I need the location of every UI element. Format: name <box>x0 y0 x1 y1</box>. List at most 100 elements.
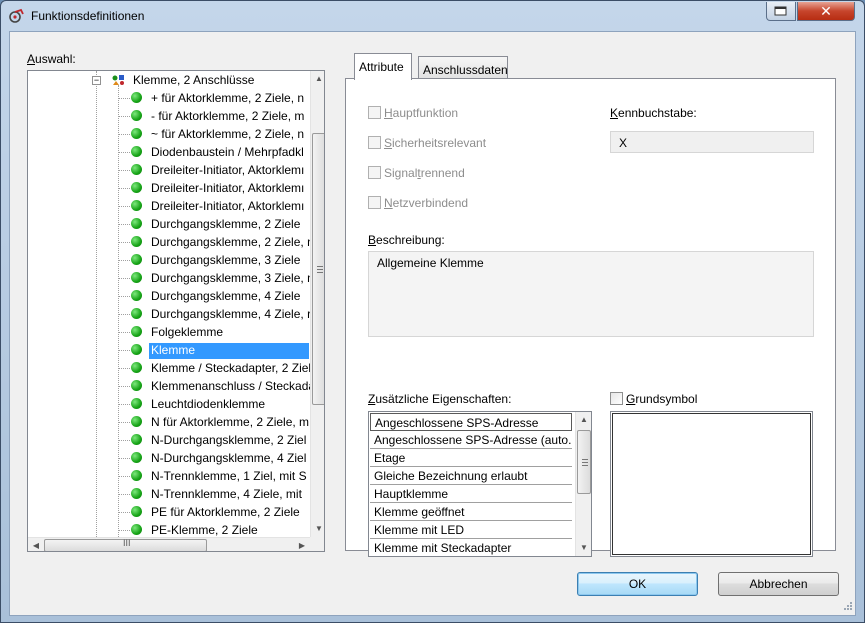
scroll-thumb[interactable] <box>312 133 324 405</box>
grip-line <box>582 465 588 466</box>
scroll-corner <box>310 537 324 551</box>
resize-grip-icon[interactable] <box>841 601 853 613</box>
property-list-item[interactable]: Klemme geöffnet <box>370 503 572 521</box>
cancel-button[interactable]: Abbrechen <box>718 572 839 596</box>
property-list-item[interactable]: Angeschlossene SPS-Adresse <box>370 413 572 431</box>
tree-horizontal-scrollbar[interactable]: ◀ III ▶ <box>28 537 310 551</box>
tree-connector <box>118 404 130 405</box>
check-box[interactable] <box>368 166 381 179</box>
tree-connector <box>118 224 130 225</box>
tree-item[interactable]: Klemmenanschluss / Steckada <box>28 377 310 395</box>
tree-item[interactable]: Folgeklemme <box>28 323 310 341</box>
hscroll-thumb[interactable]: III <box>44 538 207 551</box>
tree-item[interactable]: Durchgangsklemme, 2 Ziele <box>28 215 310 233</box>
tree-item-label: ~ für Aktorklemme, 2 Ziele, n <box>151 127 305 141</box>
property-list-item[interactable]: Gleiche Bezeichnung erlaubt <box>370 467 572 485</box>
check-box[interactable] <box>368 106 381 119</box>
tab-attribute[interactable]: Attribute <box>354 53 412 80</box>
scroll-right-icon[interactable]: ▶ <box>294 538 310 551</box>
grundsymbol-checkbox[interactable]: Grundsymbol <box>610 392 697 406</box>
tree-item[interactable]: Dreileiter-Initiator, Aktorklemı <box>28 161 310 179</box>
additional-properties-list[interactable]: Angeschlossene SPS-Adresse Angeschlossene… <box>368 411 592 557</box>
grip-line <box>317 266 323 267</box>
tree-connector <box>118 386 130 387</box>
selection-tree[interactable]: − Klemme, 2 Anschlüsse + für Aktorklemme… <box>27 70 325 552</box>
beschreibung-field[interactable]: Allgemeine Klemme <box>368 251 814 337</box>
tree-item[interactable]: + für Aktorklemme, 2 Ziele, n <box>28 89 310 107</box>
scroll-left-icon[interactable]: ◀ <box>28 538 44 551</box>
tree-item[interactable]: Durchgangsklemme, 3 Ziele, n <box>28 269 310 287</box>
tree-vertical-scrollbar[interactable]: ▲ ▼ <box>310 71 324 537</box>
grundsymbol-check-box[interactable] <box>610 392 623 405</box>
tree-item-label: Durchgangsklemme, 2 Ziele, n <box>151 235 310 249</box>
tree-item[interactable]: Klemme / Steckadapter, 2 Ziel <box>28 359 310 377</box>
close-button[interactable]: ✕ <box>797 2 855 21</box>
check-box[interactable] <box>368 196 381 209</box>
checkbox-signaltrennend[interactable]: Signaltrennend <box>368 166 465 182</box>
status-dot-icon <box>131 290 142 301</box>
check-box[interactable] <box>368 136 381 149</box>
tree-item[interactable]: Leuchtdiodenklemme <box>28 395 310 413</box>
grundsymbol-preview <box>610 411 813 557</box>
tree-item-label: Klemme / Steckadapter, 2 Ziel <box>151 361 310 375</box>
status-dot-icon <box>131 182 142 193</box>
tree-item-label: Folgeklemme <box>151 325 224 339</box>
checkbox-sicherheitsrelevant[interactable]: Sicherheitsrelevant <box>368 136 486 152</box>
scroll-down-icon[interactable]: ▼ <box>311 521 324 537</box>
scroll-up-icon[interactable]: ▲ <box>311 71 324 87</box>
scroll-thumb[interactable] <box>577 430 591 494</box>
tree-item[interactable]: N für Aktorklemme, 2 Ziele, m <box>28 413 310 431</box>
tab-anschlussdaten[interactable]: Anschlussdaten <box>418 56 508 80</box>
tree-item[interactable]: PE-Klemme, 2 Ziele <box>28 521 310 537</box>
tree-root-item[interactable]: − Klemme, 2 Anschlüsse <box>28 71 310 89</box>
property-list-item[interactable]: Klemme mit Steckadapter <box>370 539 572 556</box>
tree-item[interactable]: Dreileiter-Initiator, Aktorklemı <box>28 179 310 197</box>
properties-scrollbar[interactable]: ▲ ▼ <box>575 412 591 556</box>
tree-item-label: Durchgangsklemme, 4 Ziele <box>151 289 301 303</box>
restore-button[interactable] <box>766 2 796 21</box>
tree-connector <box>118 296 130 297</box>
grip-line <box>317 272 323 273</box>
property-list-item[interactable]: Hauptklemme <box>370 485 572 503</box>
tree-item[interactable]: Durchgangsklemme, 4 Ziele, r <box>28 305 310 323</box>
tree-item[interactable]: Durchgangsklemme, 2 Ziele, n <box>28 233 310 251</box>
tree-item-label: Dreileiter-Initiator, Aktorklemı <box>151 181 305 195</box>
close-icon: ✕ <box>820 2 832 19</box>
auswahl-label-text: uswahl: <box>35 52 76 66</box>
status-dot-icon <box>131 344 142 355</box>
tree-item[interactable]: Durchgangsklemme, 3 Ziele <box>28 251 310 269</box>
tree-item[interactable]: N-Trennklemme, 1 Ziel, mit S <box>28 467 310 485</box>
ok-button[interactable]: OK <box>577 572 698 596</box>
grundsymbol-canvas <box>612 413 811 555</box>
grip-line <box>582 462 588 463</box>
checkbox-netzverbindend[interactable]: Netzverbindend <box>368 196 468 212</box>
tree-item[interactable]: N-Durchgangsklemme, 2 Ziel <box>28 431 310 449</box>
property-list-item[interactable]: Etage <box>370 449 572 467</box>
tree-item-label: Klemme <box>149 343 309 359</box>
status-dot-icon <box>131 200 142 211</box>
tree-item[interactable]: Klemme <box>28 341 310 359</box>
collapse-icon[interactable]: − <box>92 76 101 85</box>
checkbox-hauptfunktion[interactable]: Hauptfunktion <box>368 106 458 122</box>
status-dot-icon <box>131 236 142 247</box>
tree-item[interactable]: N-Trennklemme, 4 Ziele, mit <box>28 485 310 503</box>
status-dot-icon <box>131 164 142 175</box>
tree-item[interactable]: - für Aktorklemme, 2 Ziele, m <box>28 107 310 125</box>
tree-item[interactable]: PE für Aktorklemme, 2 Ziele <box>28 503 310 521</box>
property-list-item[interactable]: Klemme mit LED <box>370 521 572 539</box>
tree-item[interactable]: ~ für Aktorklemme, 2 Ziele, n <box>28 125 310 143</box>
property-list-item[interactable]: Angeschlossene SPS-Adresse (auto... <box>370 431 572 449</box>
tree-item-label: N-Trennklemme, 1 Ziel, mit S <box>151 469 307 483</box>
kennbuchstabe-field[interactable]: X <box>610 131 814 153</box>
title-bar[interactable]: Funktionsdefinitionen ✕ <box>1 1 864 31</box>
tree-item[interactable]: Durchgangsklemme, 4 Ziele <box>28 287 310 305</box>
tree-item[interactable]: Diodenbaustein / Mehrpfadkl <box>28 143 310 161</box>
tree-item-label: Dreileiter-Initiator, Aktorklemı <box>151 199 305 213</box>
tree-connector <box>118 458 130 459</box>
scroll-down-icon[interactable]: ▼ <box>576 540 591 556</box>
restore-icon <box>774 6 787 16</box>
scroll-up-icon[interactable]: ▲ <box>576 412 591 428</box>
tree-item[interactable]: N-Durchgangsklemme, 4 Ziel <box>28 449 310 467</box>
tree-item[interactable]: Dreileiter-Initiator, Aktorklemı <box>28 197 310 215</box>
status-dot-icon <box>131 272 142 283</box>
